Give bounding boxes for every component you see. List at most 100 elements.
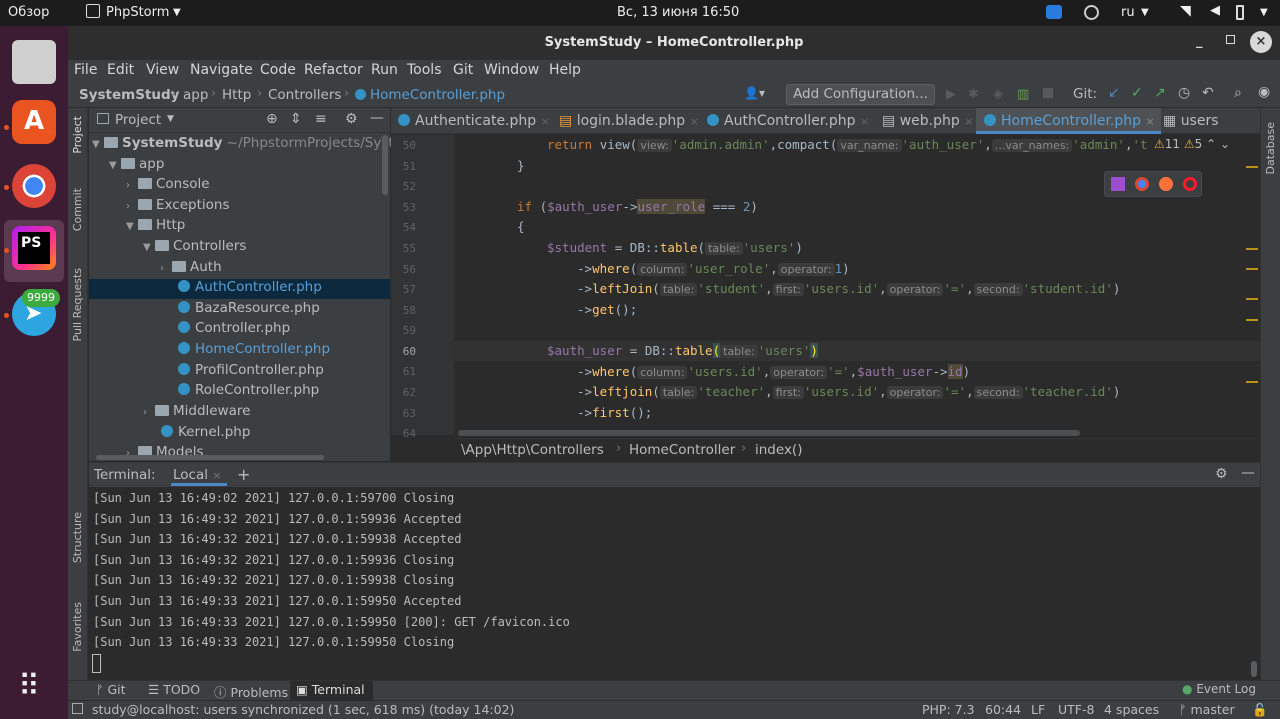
menu-navigate[interactable]: Navigate <box>190 62 253 78</box>
file-encoding[interactable]: UTF-8 <box>1058 702 1094 717</box>
menu-run[interactable]: Run <box>371 62 398 78</box>
run-icon[interactable]: ▶ <box>946 87 956 102</box>
close-icon[interactable]: × <box>1250 31 1272 53</box>
add-configuration-button[interactable]: Add Configuration... <box>786 84 935 105</box>
error-stripe-mark[interactable] <box>1246 248 1258 250</box>
menu-refactor[interactable]: Refactor <box>304 62 363 78</box>
error-stripe-mark[interactable] <box>1246 381 1258 383</box>
tree-node-root[interactable]: ▼ SystemStudy ~/PhpstormProjects/Syste <box>92 135 402 155</box>
tree-node-app[interactable]: ▼ app <box>109 156 164 176</box>
tab-authcontroller[interactable]: AuthController.php × <box>707 108 869 134</box>
new-terminal-icon[interactable]: + <box>237 465 250 484</box>
notifications-icon[interactable]: ◉ <box>1258 84 1270 100</box>
git-push-icon[interactable]: ↗ <box>1154 85 1166 101</box>
tree-node-kernel[interactable]: Kernel.php <box>161 424 250 444</box>
close-tab-icon[interactable]: × <box>690 115 699 128</box>
tab-homecontroller[interactable]: HomeController.php × <box>976 108 1161 134</box>
tree-node-http[interactable]: ▼ Http <box>126 217 185 237</box>
wifi-icon[interactable]: ◥ <box>1180 3 1191 19</box>
git-commit-icon[interactable]: ✓ <box>1131 85 1143 101</box>
close-tab-icon[interactable]: × <box>541 115 550 128</box>
editor-horizontal-scrollbar[interactable] <box>458 430 1080 436</box>
terminal-tab-local[interactable]: Local × <box>171 464 227 486</box>
menu-view[interactable]: View <box>146 62 179 78</box>
battery-icon[interactable] <box>1236 5 1244 20</box>
tool-window-structure[interactable]: Structure <box>71 512 84 563</box>
tab-users[interactable]: ▦ users <box>1163 108 1219 134</box>
collapse-all-icon[interactable]: ≡ <box>315 111 327 127</box>
tool-window-pull-requests[interactable]: Pull Requests <box>71 268 84 341</box>
project-horizontal-scrollbar[interactable] <box>96 455 324 460</box>
teamviewer-icon[interactable] <box>1046 5 1062 19</box>
stop-icon[interactable] <box>1043 88 1053 98</box>
hide-panel-icon[interactable]: — <box>370 110 384 126</box>
hide-panel-icon[interactable]: — <box>1241 465 1255 481</box>
chrome-browser-icon[interactable] <box>1135 177 1149 191</box>
tool-windows-icon[interactable] <box>72 703 83 714</box>
search-icon[interactable]: ⌕ <box>1234 85 1242 101</box>
nav-crumb-project[interactable]: SystemStudy <box>79 87 180 103</box>
menu-tools[interactable]: Tools <box>407 62 442 78</box>
gear-icon[interactable]: ⚙ <box>1215 466 1228 482</box>
tool-window-commit[interactable]: Commit <box>71 188 84 231</box>
git-update-icon[interactable]: ↙ <box>1108 85 1120 101</box>
tool-window-favorites[interactable]: Favorites <box>71 602 84 652</box>
tree-node-console[interactable]: › Console <box>126 176 210 196</box>
system-menu-chevron-icon[interactable]: ▼ <box>1260 7 1268 18</box>
tree-node-exceptions[interactable]: › Exceptions <box>126 197 229 217</box>
line-separator[interactable]: LF <box>1031 702 1045 717</box>
tree-node-bazaresource[interactable]: BazaResource.php <box>178 300 320 320</box>
tool-window-project[interactable]: Project <box>71 116 84 154</box>
event-log-button[interactable]: ● Event Log <box>1182 682 1256 696</box>
tool-problems[interactable]: ⓘ Problems <box>214 682 288 701</box>
tree-node-middleware[interactable]: › Middleware <box>143 403 250 423</box>
menu-window[interactable]: Window <box>484 62 539 78</box>
debug-icon[interactable]: ✱ <box>968 87 979 102</box>
tree-node-controller[interactable]: Controller.php <box>178 320 290 340</box>
error-stripe-mark[interactable] <box>1246 298 1258 300</box>
chevron-down-icon[interactable]: ⌄ <box>1220 137 1230 151</box>
user-icon[interactable]: 👤▾ <box>744 86 765 100</box>
terminal-scrollbar[interactable] <box>1251 661 1257 677</box>
maximize-icon[interactable] <box>1226 35 1235 44</box>
nav-crumb-controllers[interactable]: Controllers <box>268 87 341 103</box>
profile-icon[interactable]: ▥ <box>1017 87 1029 102</box>
error-stripe-mark[interactable] <box>1246 319 1258 321</box>
opera-browser-icon[interactable] <box>1183 177 1197 191</box>
nav-crumb-app[interactable]: app <box>183 87 208 103</box>
git-branch-widget[interactable]: ᚠ master <box>1179 702 1235 717</box>
rollback-icon[interactable]: ↶ <box>1202 85 1214 101</box>
gear-icon[interactable]: ⚙ <box>345 111 358 127</box>
software-center-icon[interactable]: A <box>12 100 56 144</box>
tool-todo[interactable]: ☰ TODO <box>148 682 200 697</box>
breadcrumb-namespace[interactable]: \App\Http\Controllers <box>461 442 604 458</box>
tree-node-homecontroller[interactable]: HomeController.php <box>178 341 330 361</box>
keyboard-layout[interactable]: ru <box>1121 5 1135 20</box>
tree-node-authcontroller[interactable]: AuthController.php <box>89 279 390 299</box>
close-tab-icon[interactable]: × <box>1145 115 1154 128</box>
tool-window-database[interactable]: Database <box>1264 122 1277 175</box>
tab-web[interactable]: ▤ web.php × <box>882 108 973 134</box>
tree-node-controllers[interactable]: ▼ Controllers <box>143 238 246 258</box>
menu-git[interactable]: Git <box>453 62 473 78</box>
lock-icon[interactable]: 🔓 <box>1252 702 1268 718</box>
clock[interactable]: Вс, 13 июня 16:50 <box>617 5 739 20</box>
php-version[interactable]: PHP: 7.3 <box>922 702 975 717</box>
tree-node-auth[interactable]: › Auth <box>160 259 222 279</box>
nav-crumb-file[interactable]: HomeController.php <box>370 87 505 103</box>
chrome-icon[interactable] <box>12 164 56 208</box>
activities-button[interactable]: Обзор <box>8 5 49 20</box>
menu-help[interactable]: Help <box>549 62 581 78</box>
firefox-browser-icon[interactable] <box>1159 177 1173 191</box>
project-vertical-scrollbar[interactable] <box>382 135 388 195</box>
globe-icon[interactable] <box>1084 5 1099 20</box>
status-message[interactable]: study@localhost: users synchronized (1 s… <box>92 702 514 717</box>
files-icon[interactable] <box>12 40 56 84</box>
tool-terminal[interactable]: ▣ Terminal <box>290 681 373 700</box>
locate-icon[interactable]: ⊕ <box>266 111 278 127</box>
close-tab-icon[interactable]: × <box>860 115 869 128</box>
chevron-up-icon[interactable]: ⌃ <box>1206 137 1216 151</box>
indent-setting[interactable]: 4 spaces <box>1104 702 1159 717</box>
volume-icon[interactable]: ◀ <box>1210 3 1220 18</box>
breadcrumb-method[interactable]: index() <box>755 442 802 458</box>
